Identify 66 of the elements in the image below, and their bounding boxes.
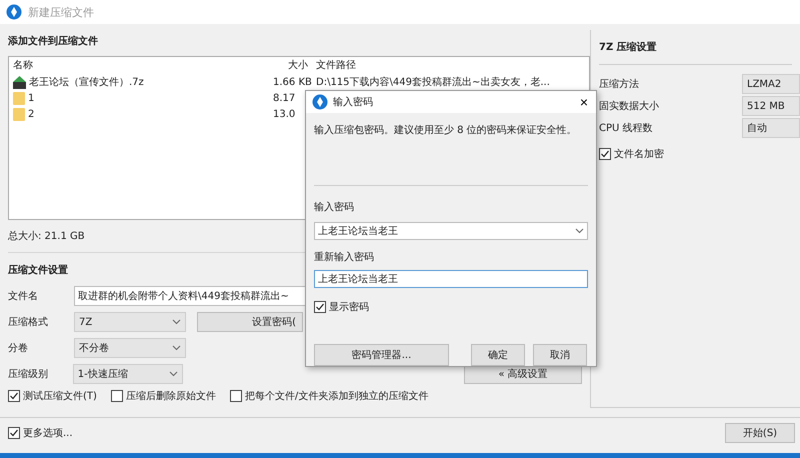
dropdown[interactable]: 1-快速压缩 bbox=[72, 364, 183, 384]
set-password-button[interactable]: 设置密码( bbox=[197, 312, 303, 332]
dropdown[interactable]: 7Z bbox=[74, 312, 186, 332]
file-name: 2 bbox=[28, 108, 34, 120]
chevron-icon bbox=[172, 345, 181, 351]
column-header[interactable]: 名称 bbox=[9, 58, 237, 72]
checkbox-label: 压缩后删除原始文件 bbox=[126, 390, 216, 403]
show-password-checkbox[interactable]: 显示密码 bbox=[314, 300, 588, 314]
column-header[interactable]: 大小 bbox=[237, 58, 312, 72]
chevron-icon bbox=[172, 319, 181, 325]
section-heading: 添加文件到压缩文件 bbox=[8, 34, 98, 48]
more-options-checkbox[interactable]: 更多选项... bbox=[8, 426, 73, 440]
dropdown[interactable]: 512 MB bbox=[742, 96, 800, 116]
field-label: 输入密码 bbox=[314, 200, 355, 214]
app-logo-icon bbox=[6, 4, 22, 20]
dialog-hint: 输入压缩包密码。建议使用至少 8 位的密码来保证安全性。 bbox=[314, 125, 577, 136]
chevron-icon bbox=[575, 228, 584, 234]
dialog-title: 输入密码 bbox=[333, 96, 373, 109]
chevron-icon bbox=[168, 371, 178, 377]
ok-button[interactable]: 确定 bbox=[471, 344, 525, 366]
window-title: 新建压缩文件 bbox=[28, 4, 94, 20]
checkbox[interactable] bbox=[314, 301, 326, 313]
checkbox-label: 文件名加密 bbox=[614, 148, 664, 161]
checkbox[interactable] bbox=[110, 390, 123, 402]
file-name: 老王论坛（宣传文件）.7z bbox=[29, 76, 144, 89]
checkbox[interactable] bbox=[8, 390, 20, 402]
cancel-button[interactable]: 取消 bbox=[533, 344, 587, 366]
field-label: 压缩格式 bbox=[8, 316, 49, 329]
field-label: 压缩方法 bbox=[599, 78, 640, 91]
field-label: 重新输入密码 bbox=[314, 250, 375, 264]
file-path: D:\115下载内容\449套投稿群流出~出卖女友，老... bbox=[316, 77, 550, 88]
folder-icon bbox=[13, 92, 25, 104]
file-size: 1.66 KB bbox=[273, 76, 312, 88]
checkbox-label: 测试压缩文件(T) bbox=[23, 390, 97, 403]
checkbox[interactable] bbox=[8, 427, 20, 439]
file-size: 8.17 bbox=[273, 92, 296, 104]
field-label: 分卷 bbox=[8, 342, 29, 355]
file-name-field[interactable]: 取进群的机会附带个人资料\449套投稿群流出~ bbox=[74, 286, 306, 306]
option-checkbox[interactable]: 测试压缩文件(T) bbox=[8, 389, 97, 403]
checkbox-label: 显示密码 bbox=[329, 300, 369, 314]
checkbox-label: 更多选项... bbox=[23, 426, 73, 440]
dropdown[interactable]: LZMA2 bbox=[742, 74, 800, 94]
column-header[interactable]: 文件路径 bbox=[312, 58, 589, 72]
option-checkbox[interactable]: 压缩后删除原始文件 bbox=[110, 389, 216, 403]
archive-icon bbox=[13, 76, 26, 88]
close-button[interactable]: × bbox=[572, 94, 596, 110]
field-label: 文件名 bbox=[8, 290, 39, 303]
total-size: 总大小: 21.1 GB bbox=[8, 230, 85, 243]
section-heading: 压缩文件设置 bbox=[8, 264, 68, 277]
file-name: 1 bbox=[28, 92, 34, 104]
field-label: CPU 线程数 bbox=[599, 122, 654, 135]
dialog-logo-icon bbox=[312, 94, 328, 110]
password-manager-button[interactable]: 密码管理器... bbox=[314, 344, 449, 366]
folder-icon bbox=[13, 108, 25, 120]
dropdown[interactable]: 自动 bbox=[742, 118, 800, 138]
field-label: 压缩级别 bbox=[8, 368, 49, 381]
start-button[interactable]: 开始(S) bbox=[725, 423, 795, 443]
file-size: 13.0 bbox=[273, 108, 296, 120]
field-label: 固实数据大小 bbox=[599, 100, 660, 113]
checkbox[interactable] bbox=[599, 148, 611, 160]
dropdown[interactable]: 不分卷 bbox=[74, 338, 186, 358]
confirm-password-field[interactable]: 上老王论坛当老王 bbox=[314, 270, 588, 288]
panel-heading: 7Z 压缩设置 bbox=[599, 40, 792, 65]
checkbox[interactable] bbox=[230, 390, 242, 402]
password-field[interactable]: 上老王论坛当老王 bbox=[314, 222, 588, 240]
encrypt-names-checkbox[interactable]: 文件名加密 bbox=[599, 147, 800, 161]
